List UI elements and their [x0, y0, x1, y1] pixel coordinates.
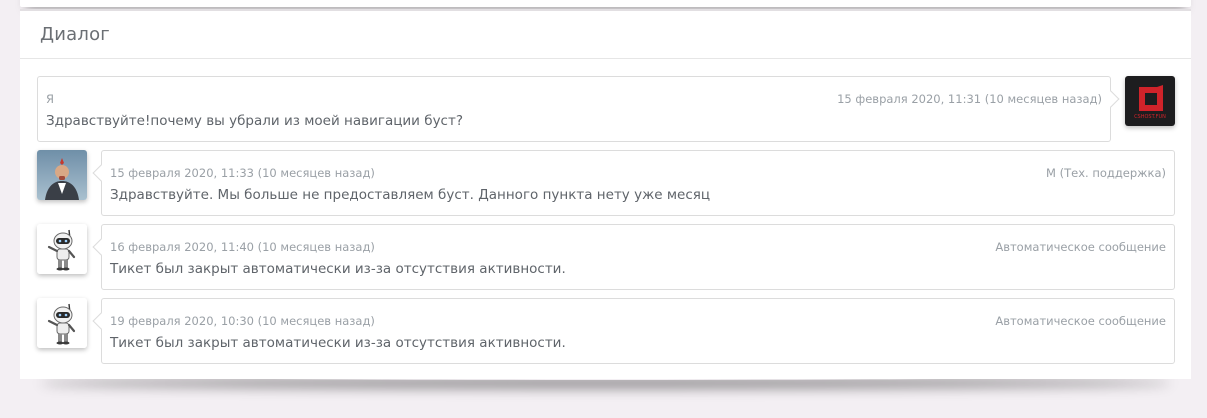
dialog-panel: Диалог Я 15 февраля 2020, 11:31 (10 меся… [20, 9, 1191, 379]
message-meta: Я 15 февраля 2020, 11:31 (10 месяцев наз… [46, 91, 1102, 107]
message-bubble-user: Я 15 февраля 2020, 11:31 (10 месяцев наз… [37, 76, 1111, 142]
logo-text: CSHOST.FUN [1134, 114, 1166, 120]
cshost-logo-icon: CSHOST.FUN [1125, 76, 1175, 126]
avatar-robot [37, 224, 87, 274]
robot-icon [37, 298, 87, 348]
message-bubble-support: 15 февраля 2020, 11:33 (10 месяцев назад… [101, 150, 1175, 216]
message-bubble-auto: 19 февраля 2020, 10:30 (10 месяцев назад… [101, 298, 1175, 364]
message-meta: 19 февраля 2020, 10:30 (10 месяцев назад… [110, 313, 1166, 329]
message-time: 19 февраля 2020, 10:30 (10 месяцев назад… [110, 314, 375, 328]
message-time: 16 февраля 2020, 11:40 (10 месяцев назад… [110, 240, 375, 254]
panel-title: Диалог [40, 24, 110, 45]
support-photo-icon [37, 150, 87, 200]
message-text: Здравствуйте. Мы больше не предоставляем… [110, 187, 711, 203]
message-text: Здравствуйте!почему вы убрали из моей на… [46, 113, 464, 129]
avatar-support [37, 150, 87, 200]
message-text: Тикет был закрыт автоматически из-за отс… [110, 335, 566, 351]
message-time: 15 февраля 2020, 11:31 (10 месяцев назад… [837, 92, 1102, 106]
avatar-user: CSHOST.FUN [1125, 76, 1175, 126]
message-author: Автоматическое сообщение [995, 314, 1166, 328]
message-author: Я [46, 92, 54, 106]
avatar-robot [37, 298, 87, 348]
message-time: 15 февраля 2020, 11:33 (10 месяцев назад… [110, 166, 375, 180]
previous-card [20, 0, 1191, 7]
panel-header: Диалог [20, 11, 1191, 59]
message-author: М (Тех. поддержка) [1046, 166, 1166, 180]
message-author: Автоматическое сообщение [995, 240, 1166, 254]
message-meta: 15 февраля 2020, 11:33 (10 месяцев назад… [110, 165, 1166, 181]
message-bubble-auto: 16 февраля 2020, 11:40 (10 месяцев назад… [101, 224, 1175, 290]
message-text: Тикет был закрыт автоматически из-за отс… [110, 261, 566, 277]
robot-icon [37, 224, 87, 274]
message-meta: 16 февраля 2020, 11:40 (10 месяцев назад… [110, 239, 1166, 255]
